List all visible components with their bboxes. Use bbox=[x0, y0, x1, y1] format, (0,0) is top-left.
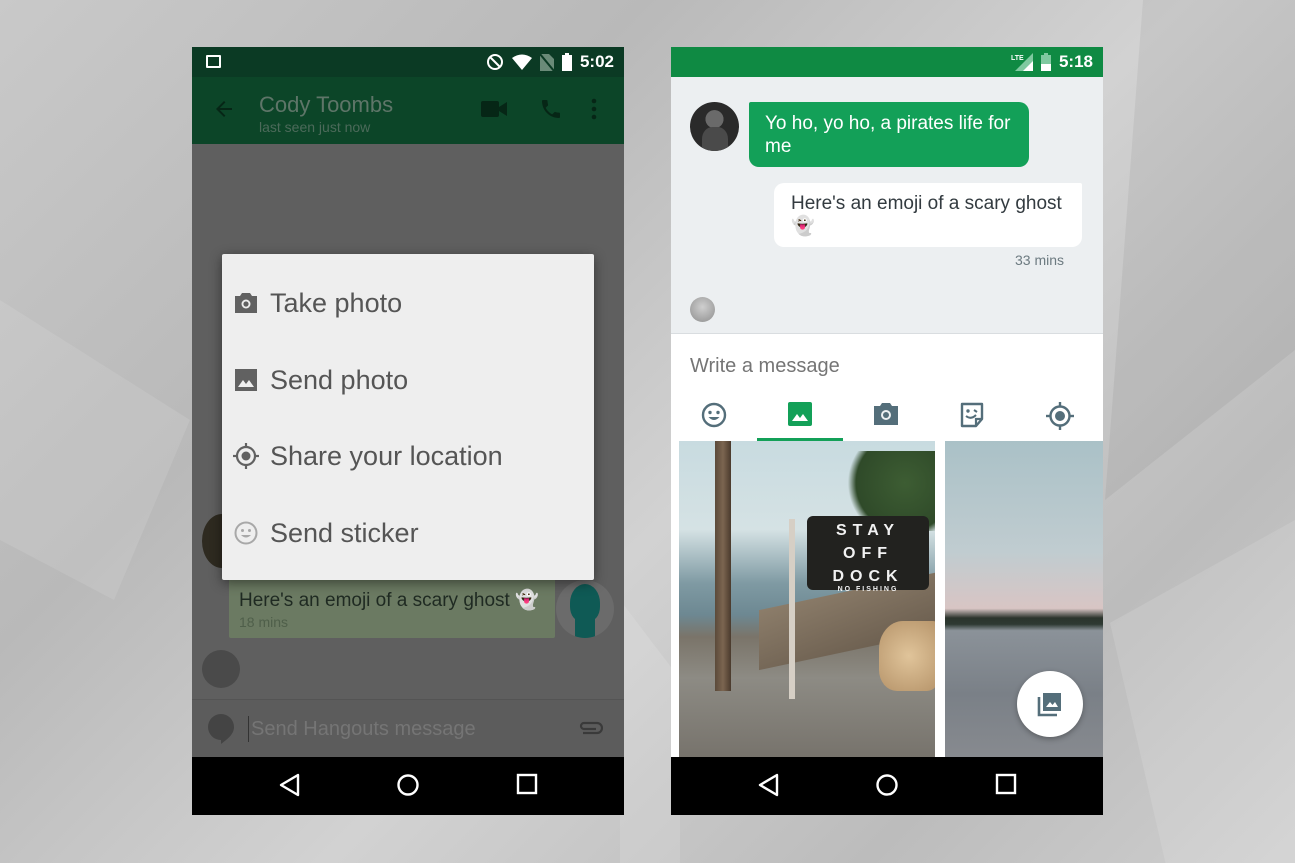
open-gallery-button[interactable] bbox=[1017, 671, 1083, 737]
smiley-icon bbox=[233, 520, 259, 546]
lte-signal-icon: LTE bbox=[1011, 53, 1033, 71]
smiley-icon bbox=[701, 402, 727, 428]
menu-item-send-photo[interactable]: Send photo bbox=[222, 342, 594, 418]
nav-recents-button[interactable] bbox=[516, 773, 538, 795]
menu-item-take-photo[interactable]: Take photo bbox=[222, 265, 594, 341]
message-text: Here's an emoji of a scary ghost 👻 bbox=[791, 193, 1062, 237]
navigation-bar bbox=[671, 757, 1103, 815]
nav-back-button[interactable] bbox=[757, 773, 779, 797]
contact-name: Cody Toombs bbox=[259, 92, 394, 117]
nav-recents-button[interactable] bbox=[995, 773, 1017, 795]
location-target-icon bbox=[233, 443, 259, 469]
wifi-icon bbox=[511, 54, 532, 70]
menu-item-share-location[interactable]: Share your location bbox=[222, 418, 594, 494]
tab-location[interactable] bbox=[1017, 396, 1103, 442]
sticker-icon bbox=[960, 402, 984, 428]
menu-item-label: Send photo bbox=[270, 364, 409, 395]
status-time: 5:18 bbox=[1058, 52, 1093, 71]
nav-home-button[interactable] bbox=[396, 773, 420, 797]
conversation-toolbar: Cody Toombs last seen just now bbox=[192, 77, 624, 144]
background-facet bbox=[0, 300, 190, 600]
image-icon bbox=[788, 402, 812, 426]
sign-text: NO FISHING bbox=[837, 586, 899, 593]
nav-back-button[interactable] bbox=[278, 773, 300, 797]
message-input[interactable] bbox=[690, 352, 1080, 380]
message-timestamp: 33 mins bbox=[1015, 252, 1065, 268]
attachment-tabs bbox=[671, 396, 1103, 442]
status-bar: LTE 5:18 bbox=[671, 47, 1103, 77]
do-not-disturb-icon bbox=[486, 54, 503, 70]
no-sim-icon bbox=[539, 53, 554, 71]
sign-text: STAY bbox=[835, 522, 900, 539]
read-receipt-avatar bbox=[202, 650, 240, 688]
message-input[interactable] bbox=[248, 716, 568, 742]
gallery-photo[interactable]: STAY OFF DOCK NO FISHING bbox=[679, 441, 935, 757]
last-seen-status: last seen just now bbox=[259, 119, 371, 135]
phone-call-icon[interactable] bbox=[539, 97, 563, 121]
message-bubble-outgoing[interactable]: Here's an emoji of a scary ghost 👻 18 mi… bbox=[229, 576, 555, 638]
background-facet bbox=[1110, 520, 1295, 863]
contact-avatar[interactable] bbox=[690, 102, 739, 151]
gallery-notification-icon bbox=[206, 55, 221, 68]
left-phone-screen: 5:02 Cody Toombs last seen just now Here… bbox=[192, 47, 624, 815]
tab-emoji[interactable] bbox=[671, 396, 757, 442]
status-time: 5:02 bbox=[579, 52, 614, 71]
message-composer bbox=[671, 333, 1103, 442]
menu-item-send-sticker[interactable]: Send sticker bbox=[222, 495, 594, 571]
conversation-area: Yo ho, yo ho, a pirates life for me Here… bbox=[671, 77, 1103, 333]
image-icon bbox=[233, 367, 259, 393]
menu-item-label: Share your location bbox=[270, 440, 503, 471]
background-facet bbox=[1105, 0, 1295, 500]
read-receipt-avatar bbox=[690, 297, 715, 322]
navigation-bar bbox=[192, 757, 624, 815]
photo-library-icon bbox=[1037, 693, 1061, 717]
tab-camera[interactable] bbox=[843, 396, 929, 442]
sign-text: OFF bbox=[843, 545, 893, 562]
my-avatar bbox=[556, 580, 614, 638]
camera-icon bbox=[874, 403, 898, 425]
menu-item-label: Send sticker bbox=[270, 517, 419, 548]
tab-sticker[interactable] bbox=[929, 396, 1015, 442]
message-composer bbox=[192, 699, 624, 757]
video-call-icon[interactable] bbox=[481, 99, 507, 119]
photo-detail bbox=[879, 621, 935, 691]
camera-icon bbox=[233, 290, 259, 316]
sign-text: DOCK bbox=[832, 568, 904, 585]
status-bar: 5:02 bbox=[192, 47, 624, 77]
photo-sign: STAY OFF DOCK NO FISHING bbox=[807, 516, 929, 593]
message-text: Yo ho, yo ho, a pirates life for me bbox=[765, 113, 1011, 157]
more-vert-icon[interactable] bbox=[588, 97, 600, 121]
svg-text:LTE: LTE bbox=[1011, 55, 1024, 62]
back-arrow-icon[interactable] bbox=[212, 97, 236, 121]
photo-gallery: STAY OFF DOCK NO FISHING bbox=[671, 441, 1103, 757]
photo-detail bbox=[715, 441, 731, 691]
battery-icon bbox=[1040, 53, 1051, 71]
tab-gallery[interactable] bbox=[757, 396, 843, 442]
message-bubble-incoming[interactable]: Yo ho, yo ho, a pirates life for me bbox=[749, 102, 1029, 167]
message-bubble-outgoing[interactable]: Here's an emoji of a scary ghost 👻 bbox=[774, 183, 1082, 247]
message-text: Here's an emoji of a scary ghost 👻 bbox=[239, 590, 539, 611]
hangouts-quote-icon bbox=[208, 714, 234, 744]
photo-detail bbox=[789, 519, 795, 699]
attach-paperclip-icon[interactable] bbox=[577, 720, 603, 736]
location-target-icon bbox=[1046, 402, 1074, 430]
nav-home-button[interactable] bbox=[875, 773, 899, 797]
message-timestamp: 18 mins bbox=[239, 614, 289, 630]
right-phone-screen: LTE 5:18 Yo ho, yo ho, a pirates life fo… bbox=[671, 47, 1103, 815]
menu-item-label: Take photo bbox=[270, 287, 403, 318]
battery-icon bbox=[561, 53, 572, 71]
attachment-menu: Take photo Send photo Share your locatio… bbox=[222, 254, 594, 580]
